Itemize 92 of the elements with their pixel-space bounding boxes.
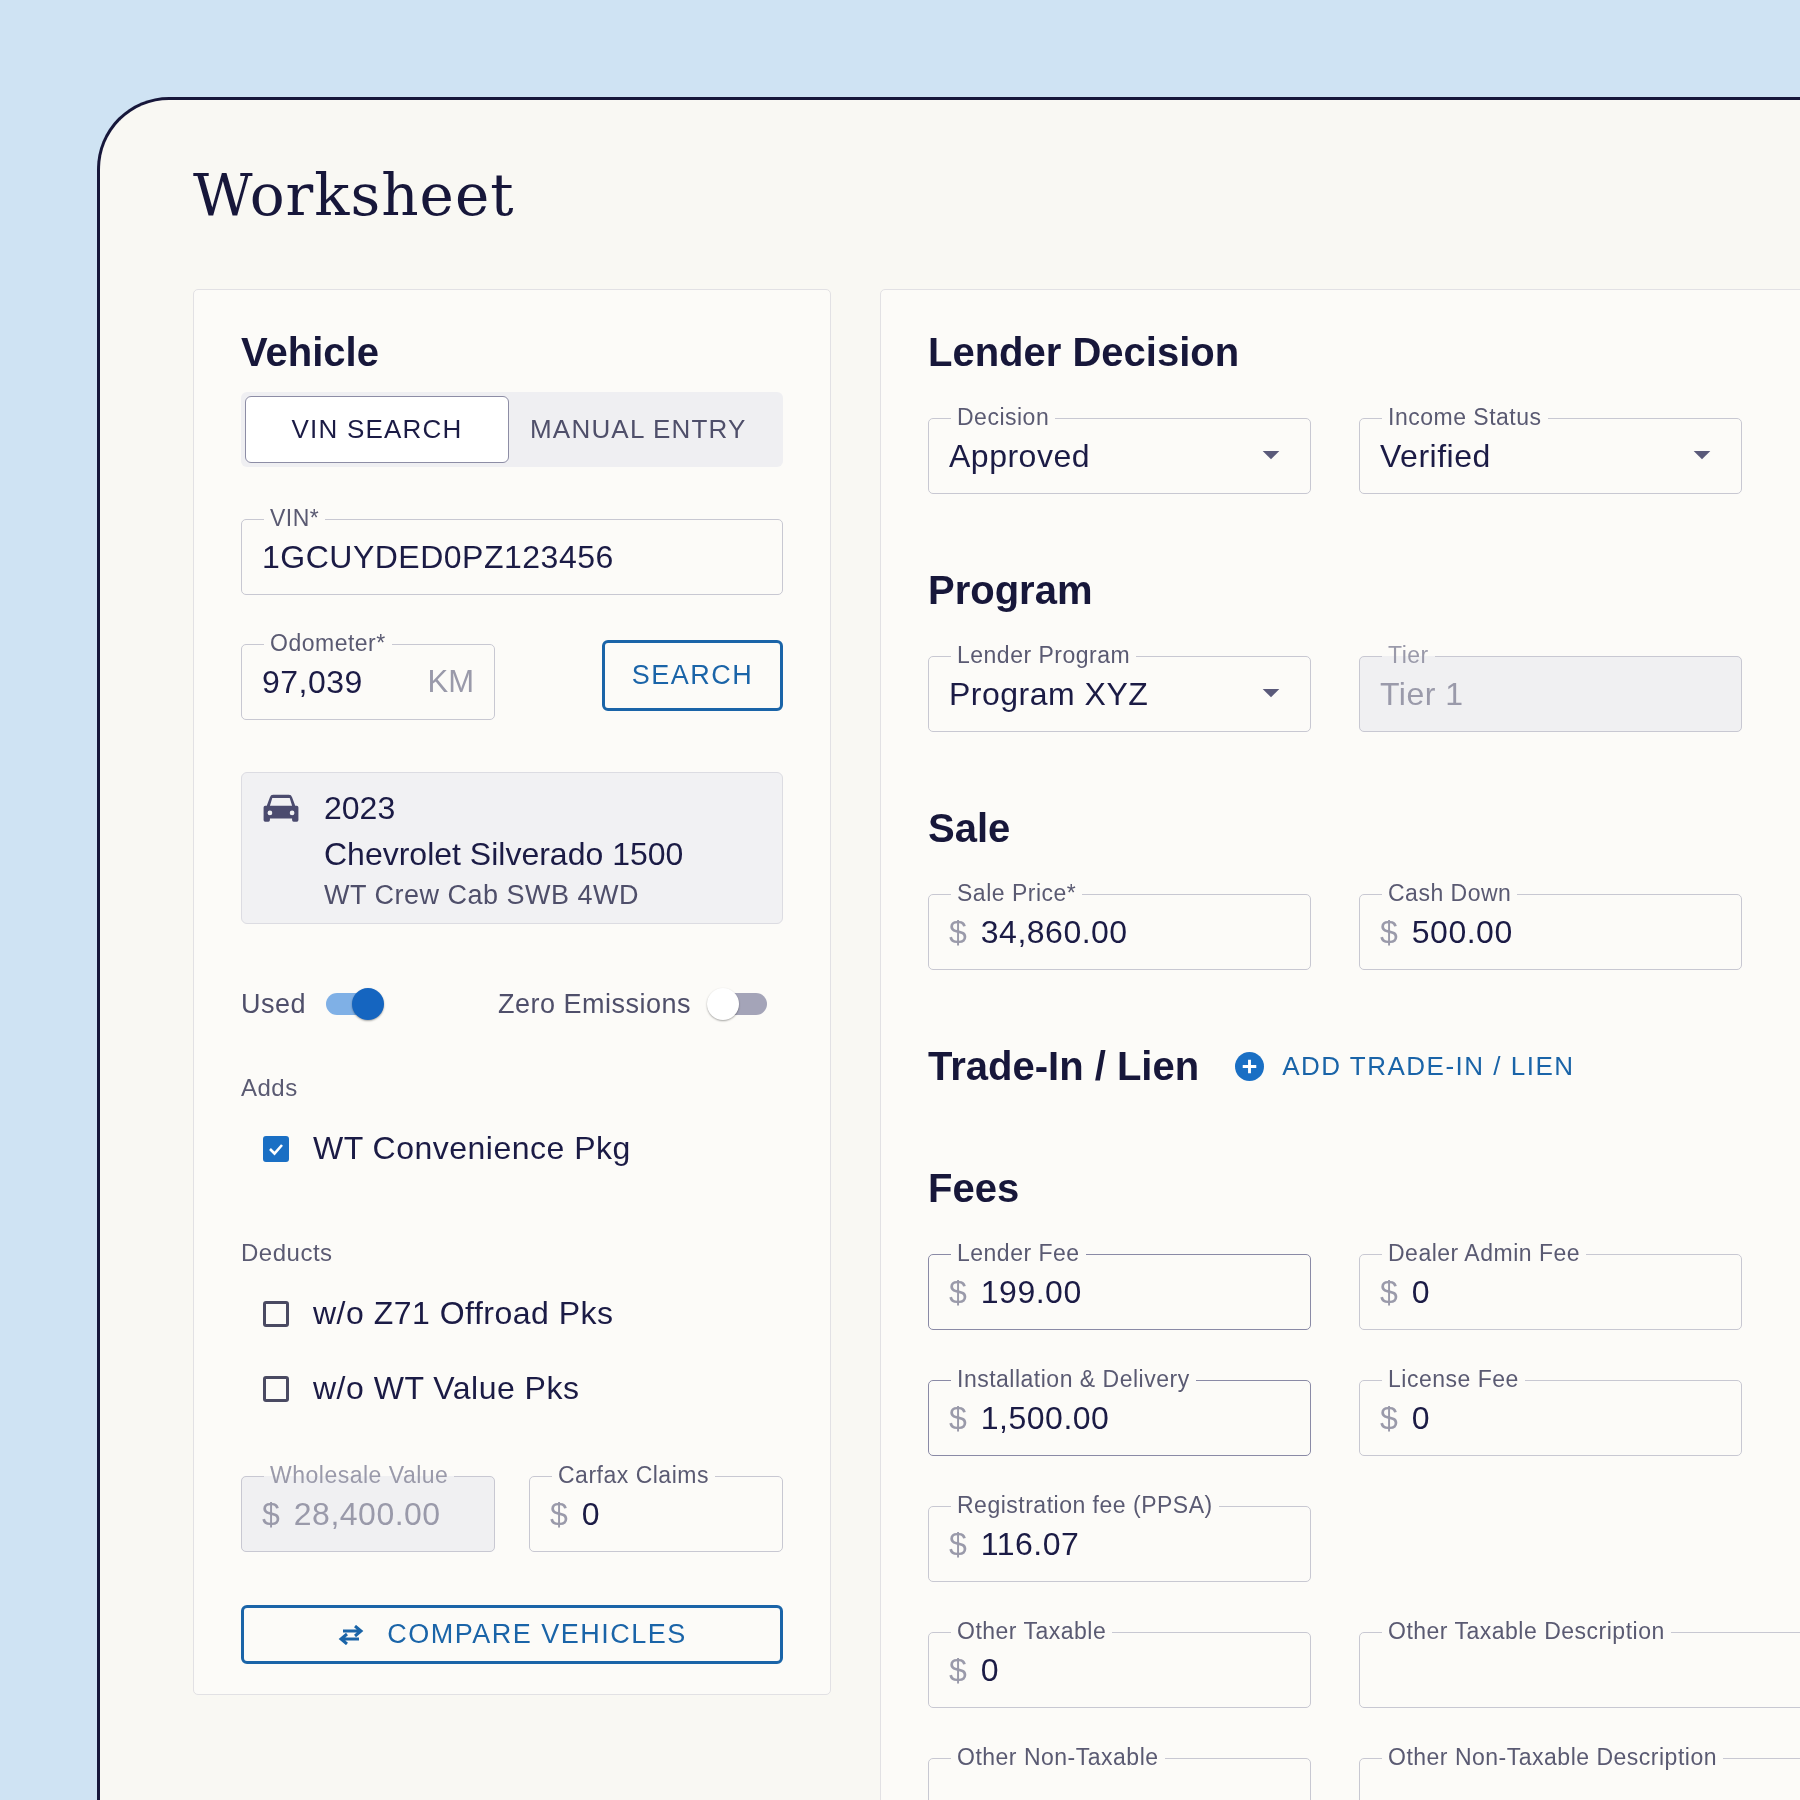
section-heading: Lender Decision [928, 329, 1240, 376]
section-heading: Trade-In / Lien [928, 1043, 1200, 1090]
add-icon [1235, 1051, 1265, 1081]
currency-symbol: $ [550, 1495, 568, 1533]
field-label: VIN* [270, 505, 320, 531]
text-field[interactable]: Cash Down $ 500.00 [1359, 880, 1742, 970]
tab[interactable]: MANUAL ENTRY [509, 396, 768, 463]
field-label: Other Taxable Description [1388, 1618, 1665, 1644]
caret-icon [1262, 689, 1280, 699]
field-label: Wholesale Value [270, 1462, 449, 1488]
text-field[interactable]: Other Taxable Description [1359, 1618, 1800, 1708]
compare-button[interactable]: COMPARE VEHICLES [241, 1605, 783, 1664]
group-label: Adds [241, 1074, 299, 1102]
text-field[interactable]: License Fee $ 0 [1359, 1366, 1742, 1456]
unit-label: KM [427, 664, 474, 700]
page-title: Worksheet [193, 160, 516, 230]
currency-symbol: $ [949, 1399, 967, 1437]
field-value: Program XYZ [949, 675, 1149, 713]
field-value: 0 [980, 1651, 1000, 1689]
toggle-label: Used [241, 988, 307, 1020]
field-label: Registration fee (PPSA) [957, 1492, 1213, 1518]
currency-symbol: $ [1380, 1273, 1398, 1311]
tab[interactable]: VIN SEARCH [245, 396, 509, 463]
section-heading: Fees [928, 1165, 1020, 1212]
currency-symbol: $ [949, 1525, 967, 1563]
field-value: 500.00 [1411, 913, 1513, 951]
field-label: Tier [1388, 642, 1429, 668]
field-value: 0 [581, 1495, 601, 1533]
group-label: Deducts [241, 1239, 334, 1267]
text-field[interactable]: Other Taxable $ 0 [928, 1618, 1311, 1708]
field-label: Odometer* [270, 630, 386, 656]
option-label: w/o Z71 Offroad Pks [313, 1295, 614, 1332]
vehicle-model: Chevrolet Silverado 1500 [324, 835, 684, 874]
money-field[interactable]: Carfax Claims $ 0 [529, 1462, 783, 1552]
field-label: Decision [957, 404, 1050, 430]
field-value: 97,039 [262, 663, 363, 701]
field-value: 116.07 [980, 1525, 1080, 1563]
field-label: Other Taxable [957, 1618, 1107, 1644]
select-field[interactable]: Lender Program Program XYZ [928, 642, 1311, 732]
field-label: Installation & Delivery [957, 1366, 1190, 1392]
add-trade-in-link[interactable]: ADD TRADE-IN / LIEN [1235, 1050, 1575, 1082]
field-value: Verified [1380, 437, 1491, 475]
checkbox[interactable] [263, 1300, 289, 1327]
currency-symbol: $ [949, 1651, 967, 1689]
field-label: Other Non-Taxable [957, 1744, 1159, 1770]
field-value: 1,500.00 [980, 1399, 1110, 1437]
vehicle-trim: WT Crew Cab SWB 4WD [324, 879, 641, 912]
field-value: 0 [1411, 1273, 1431, 1311]
caret-icon [1262, 451, 1280, 461]
field-value: Approved [949, 437, 1090, 475]
text-field[interactable]: Installation & Delivery $ 1,500.00 [928, 1366, 1311, 1456]
caret-icon [1693, 451, 1711, 461]
field-label: Other Non-Taxable Description [1388, 1744, 1717, 1770]
text-field[interactable]: Dealer Admin Fee $ 0 [1359, 1240, 1742, 1330]
checkbox[interactable] [263, 1375, 289, 1402]
currency-symbol: $ [949, 913, 967, 951]
field-value: 0 [1411, 1399, 1431, 1437]
field-value: 1GCUYDED0PZ123456 [262, 538, 614, 576]
field-label: Lender Fee [957, 1240, 1080, 1266]
text-field[interactable]: Registration fee (PPSA) $ 116.07 [928, 1492, 1311, 1582]
checkbox[interactable] [263, 1135, 289, 1162]
field-label: Carfax Claims [558, 1462, 709, 1488]
text-field[interactable]: Sale Price* $ 34,860.00 [928, 880, 1311, 970]
field-value: Tier 1 [1380, 675, 1464, 713]
option-label: w/o WT Value Pks [313, 1370, 580, 1407]
currency-symbol: $ [1380, 1399, 1398, 1437]
field-label: Sale Price* [957, 880, 1077, 906]
text-field[interactable]: Other Non-Taxable Description [1359, 1744, 1800, 1800]
field-label: Dealer Admin Fee [1388, 1240, 1581, 1266]
swap-icon [337, 1624, 366, 1645]
toggle-label: Zero Emissions [497, 988, 691, 1020]
car-icon [262, 793, 300, 825]
currency-symbol: $ [949, 1273, 967, 1311]
select-field[interactable]: Decision Approved [928, 404, 1311, 494]
section-heading: Sale [928, 805, 1011, 852]
option-label: WT Convenience Pkg [313, 1130, 631, 1167]
field-value: 28,400.00 [293, 1495, 441, 1533]
text-field[interactable]: Lender Fee $ 199.00 [928, 1240, 1311, 1330]
field-value: 199.00 [980, 1273, 1082, 1311]
search-button[interactable]: SEARCH [602, 639, 783, 711]
field-label: Income Status [1388, 404, 1542, 430]
field-label: Cash Down [1388, 880, 1512, 906]
currency-symbol: $ [262, 1495, 280, 1533]
odometer-field[interactable]: Odometer* 97,039 KM [241, 630, 495, 720]
section-heading: Vehicle [241, 329, 380, 376]
currency-symbol: $ [1380, 913, 1398, 951]
vehicle-year: 2023 [324, 789, 397, 828]
field-label: Lender Program [957, 642, 1131, 668]
text-field[interactable]: Other Non-Taxable [928, 1744, 1311, 1800]
field-value: 34,860.00 [980, 913, 1128, 951]
field-label: License Fee [1388, 1366, 1519, 1392]
section-heading: Program [928, 567, 1093, 614]
